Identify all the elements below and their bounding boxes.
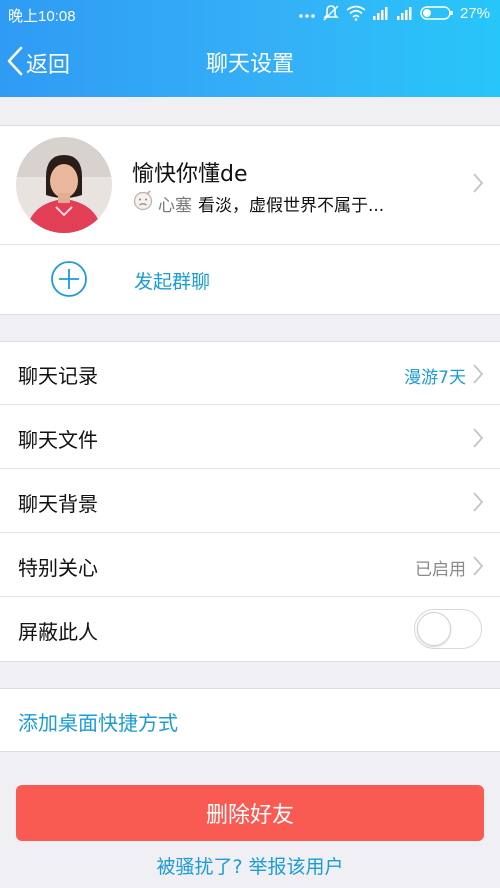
chat-settings-screen: 晚上10:08 27% 返回 聊天设置 愉快你懂de 心塞 看淡，虚假世界不属于… xyxy=(0,0,500,888)
more-dots-icon xyxy=(298,4,316,22)
status-time: 晚上10:08 xyxy=(8,8,76,25)
setting-chat-files[interactable]: 聊天文件 xyxy=(0,406,500,469)
setting-label: 屏蔽此人 xyxy=(18,620,98,644)
setting-chat-history[interactable]: 聊天记录 漫游7天 xyxy=(0,342,500,405)
delete-friend-button[interactable]: 删除好友 xyxy=(16,785,484,841)
profile-card: 愉快你懂de 心塞 看淡，虚假世界不属于... 发起群聊 xyxy=(0,125,500,315)
divider xyxy=(0,596,500,597)
header: 晚上10:08 27% 返回 聊天设置 xyxy=(0,0,500,97)
page-title: 聊天设置 xyxy=(205,52,294,77)
delete-friend-label: 删除好友 xyxy=(205,803,294,828)
start-group-chat-label: 发起群聊 xyxy=(134,271,211,293)
setting-special-care[interactable]: 特别关心 已启用 xyxy=(0,534,500,597)
setting-label: 聊天文件 xyxy=(18,428,98,452)
signature-text: 看淡，虚假世界不属于... xyxy=(198,196,385,216)
signature: 心塞 看淡，虚假世界不属于... xyxy=(132,190,432,217)
profile-row[interactable]: 愉快你懂de 心塞 看淡，虚假世界不属于... xyxy=(0,126,500,244)
chevron-right-icon xyxy=(472,427,484,453)
report-user-link[interactable]: 被骚扰了? 举报该用户 xyxy=(0,852,500,879)
avatar[interactable] xyxy=(16,137,112,233)
chevron-right-icon xyxy=(472,555,484,581)
settings-list: 聊天记录 漫游7天 聊天文件 聊天背景 特别关心 已启用 屏蔽此人 xyxy=(0,341,500,662)
signature-badge: 心塞 xyxy=(158,196,192,216)
battery-percent: 27% xyxy=(459,4,490,22)
setting-label: 特别关心 xyxy=(18,556,98,580)
chevron-right-icon xyxy=(472,491,484,517)
mute-icon xyxy=(322,4,340,22)
setting-label: 聊天记录 xyxy=(18,364,98,388)
wifi-icon xyxy=(346,5,366,21)
divider xyxy=(0,468,500,469)
signal-icon-1 xyxy=(372,6,390,20)
setting-label: 聊天背景 xyxy=(18,492,98,516)
setting-block-user: 屏蔽此人 xyxy=(0,598,500,661)
divider xyxy=(0,404,500,405)
signal-icon-2 xyxy=(396,6,414,20)
setting-value: 已启用 xyxy=(415,560,466,580)
status-icons: 27% xyxy=(298,4,490,22)
nickname: 愉快你懂de xyxy=(132,162,248,187)
setting-value: 漫游7天 xyxy=(404,368,466,388)
status-bar: 晚上10:08 27% xyxy=(0,0,500,28)
battery-icon xyxy=(420,5,454,21)
block-user-toggle[interactable] xyxy=(414,609,482,649)
nav-bar: 返回 聊天设置 xyxy=(0,28,500,97)
plus-circle-icon xyxy=(50,260,88,302)
divider xyxy=(0,532,500,533)
chevron-right-icon xyxy=(472,172,484,198)
add-shortcut-label: 添加桌面快捷方式 xyxy=(18,711,178,735)
toggle-knob xyxy=(417,612,451,646)
setting-chat-background[interactable]: 聊天背景 xyxy=(0,470,500,533)
mood-icon xyxy=(132,190,154,217)
add-shortcut-button[interactable]: 添加桌面快捷方式 xyxy=(0,688,500,752)
chevron-right-icon xyxy=(472,363,484,389)
start-group-chat-button[interactable]: 发起群聊 xyxy=(0,245,500,314)
